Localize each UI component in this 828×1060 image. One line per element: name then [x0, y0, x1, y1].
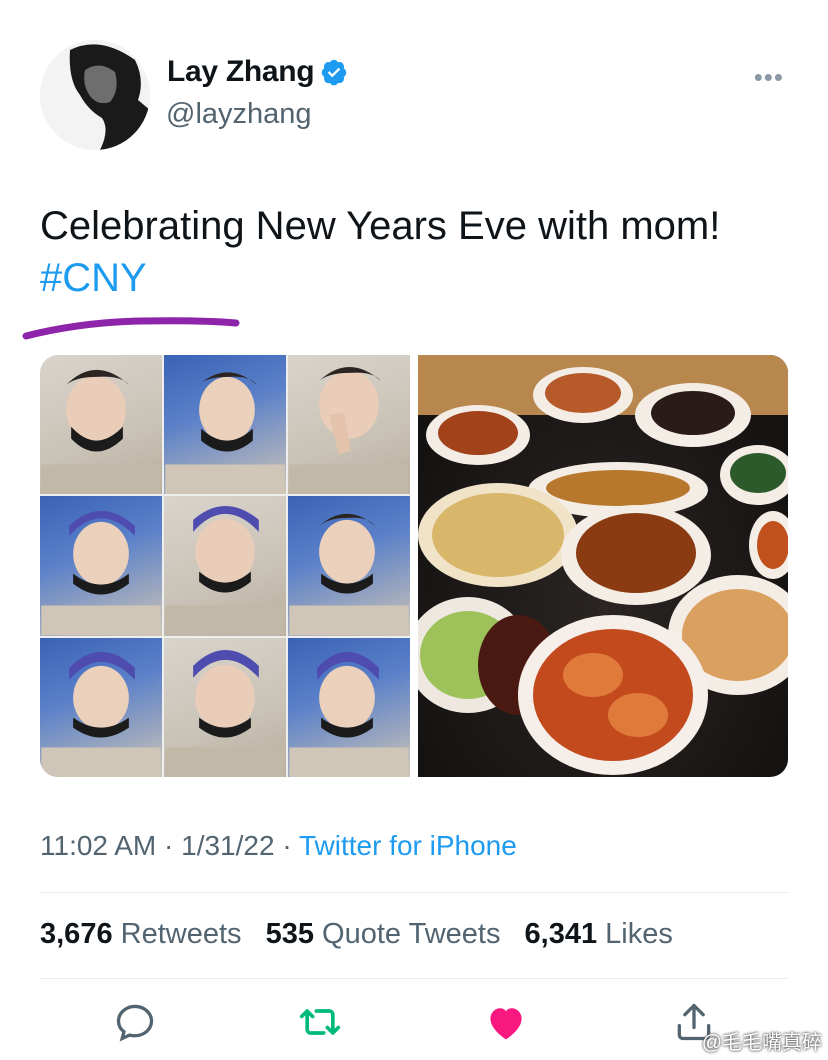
divider	[40, 892, 788, 893]
tweet-time[interactable]: 11:02 AM	[40, 830, 156, 861]
display-name[interactable]: Lay Zhang	[167, 55, 348, 89]
likes-stat[interactable]: 6,341 Likes	[525, 918, 673, 950]
retweets-count: 3,676	[40, 918, 113, 950]
selfie-tile	[288, 637, 410, 777]
likes-count: 6,341	[524, 918, 598, 950]
selfie-tile	[164, 355, 286, 495]
meta-separator: ·	[164, 830, 174, 861]
watermark-text: @毛毛嘴真碎	[701, 1032, 822, 1054]
purple-underline-annotation	[22, 317, 240, 340]
user-handle[interactable]: @layzhang	[166, 98, 312, 131]
reply-icon[interactable]	[113, 1000, 157, 1044]
selfie-tile	[288, 355, 410, 495]
retweets-stat[interactable]: 3,676 Retweets	[40, 918, 242, 950]
hashtag-link[interactable]: #CNY	[40, 252, 800, 304]
selfie-tile	[164, 637, 286, 777]
selfie-tile	[288, 496, 410, 636]
quote-tweets-stat[interactable]: 535 Quote Tweets	[266, 918, 501, 950]
tweet-text: Celebrating New Years Eve with mom! #CNY	[40, 200, 800, 304]
tweet-media[interactable]	[40, 355, 788, 777]
selfie-tile	[40, 355, 162, 495]
display-name-text[interactable]: Lay Zhang	[167, 55, 315, 89]
tweet-meta: 11:02 AM · 1/31/22 · Twitter for iPhone	[40, 830, 517, 862]
like-icon[interactable]	[484, 1000, 528, 1044]
tweet-date[interactable]: 1/31/22	[181, 830, 274, 861]
tweet-stats: 3,676 Retweets 535 Quote Tweets 6,341 Li…	[40, 918, 689, 951]
selfie-tile	[164, 496, 286, 636]
quotes-label: Quote Tweets	[322, 918, 501, 950]
verified-badge-icon	[322, 59, 347, 86]
selfie-tile	[40, 496, 162, 636]
selfie-tile	[40, 637, 162, 777]
quotes-count: 535	[265, 918, 314, 950]
selfie-collage-image[interactable]	[40, 355, 410, 777]
tweet-body: Celebrating New Years Eve with mom!	[40, 204, 721, 248]
meta-separator: ·	[282, 830, 292, 861]
retweets-label: Retweets	[120, 918, 242, 950]
tweet-source-link[interactable]: Twitter for iPhone	[299, 830, 517, 861]
likes-label: Likes	[605, 918, 673, 950]
avatar[interactable]	[40, 40, 150, 150]
retweet-icon[interactable]	[298, 1000, 342, 1044]
more-dots-icon[interactable]: •••	[754, 62, 784, 93]
dinner-table-image[interactable]	[418, 355, 788, 777]
divider	[40, 978, 788, 979]
